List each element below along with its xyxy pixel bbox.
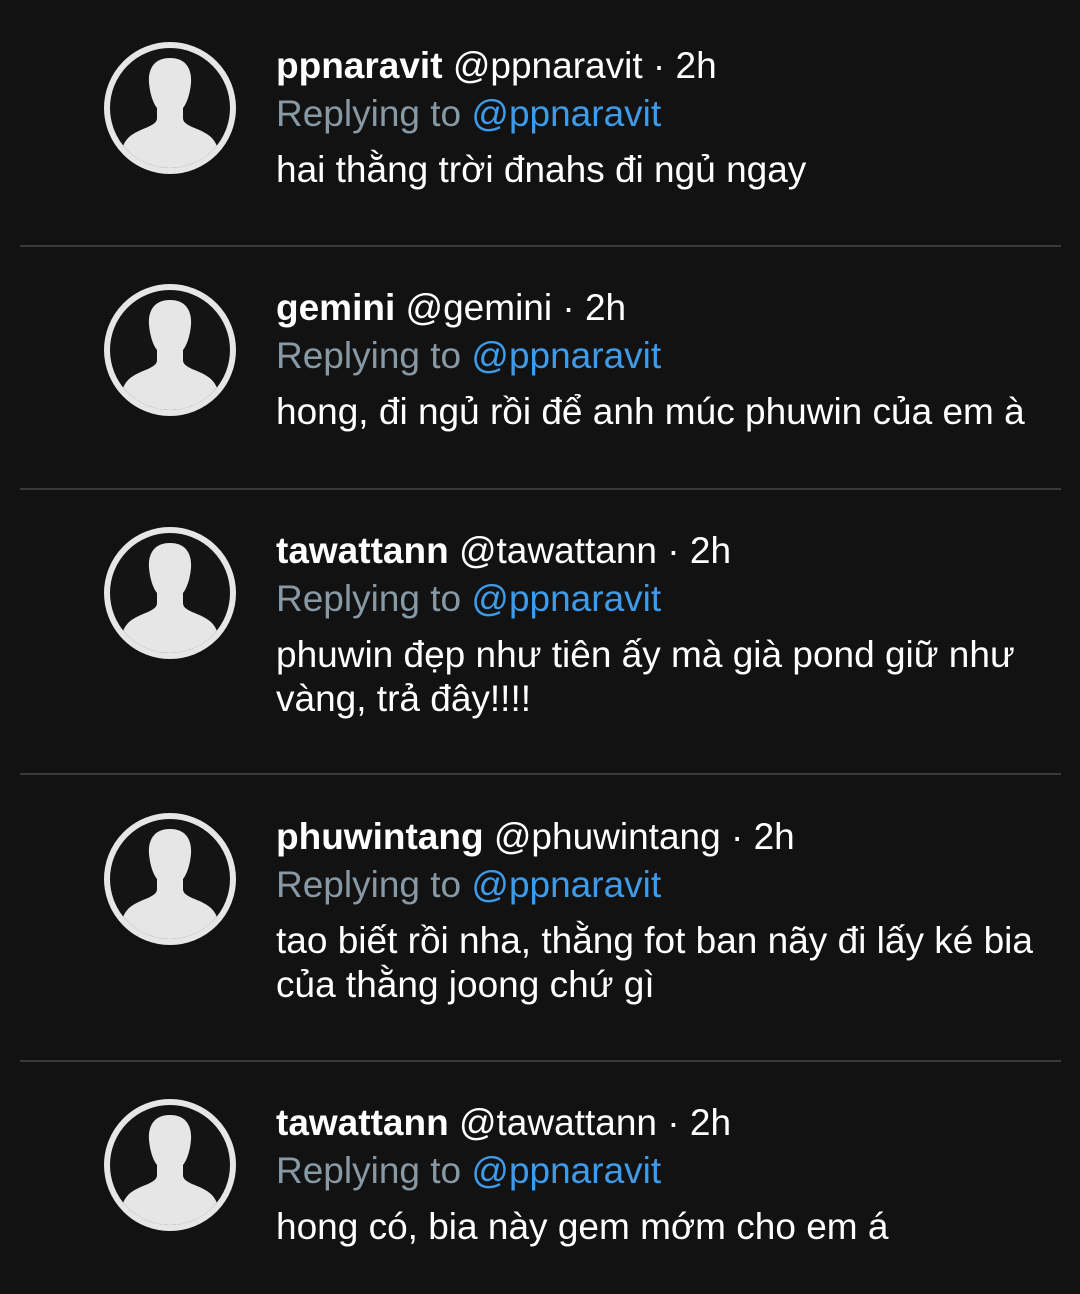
replying-to-label: Replying to (276, 578, 462, 619)
replying-to-mention[interactable]: @ppnaravit (471, 864, 661, 905)
avatar[interactable] (104, 813, 236, 945)
separator-dot: · (667, 1102, 680, 1143)
divider (20, 245, 1061, 247)
replying-to-mention[interactable]: @ppnaravit (471, 93, 661, 134)
replying-to-label: Replying to (276, 1150, 462, 1191)
tweet-text: tao biết rồi nha, thằng fot ban nãy đi l… (276, 920, 1033, 1005)
user-handle[interactable]: @tawattann (459, 1102, 657, 1143)
profile-silhouette-icon (123, 543, 217, 653)
timestamp[interactable]: 2h (585, 287, 626, 328)
replying-to-mention[interactable]: @ppnaravit (471, 578, 661, 619)
profile-silhouette-icon (123, 1115, 217, 1225)
separator-dot: · (562, 287, 575, 328)
avatar[interactable] (104, 1099, 236, 1231)
tweet-text: hai thằng trời đnahs đi ngủ ngay (276, 149, 807, 190)
replying-to-label: Replying to (276, 93, 462, 134)
replying-to-label: Replying to (276, 335, 462, 376)
timestamp[interactable]: 2h (676, 45, 717, 86)
divider (20, 773, 1061, 775)
timestamp[interactable]: 2h (690, 1102, 731, 1143)
separator-dot: · (730, 816, 744, 857)
avatar[interactable] (104, 527, 236, 659)
tweet-text: hong, đi ngủ rồi để anh múc phuwin của e… (276, 391, 1025, 432)
tweet-text: phuwin đẹp như tiên ấy mà già pond giữ n… (276, 634, 1015, 719)
replying-to-label: Replying to (276, 864, 462, 905)
display-name[interactable]: gemini (276, 287, 395, 328)
profile-silhouette-icon (123, 300, 217, 410)
replying-to-mention[interactable]: @ppnaravit (471, 335, 661, 376)
display-name[interactable]: ppnaravit (276, 45, 443, 86)
timestamp[interactable]: 2h (754, 816, 795, 857)
separator-dot: · (667, 530, 680, 571)
user-handle[interactable]: @gemini (406, 287, 553, 328)
reply-feed: ppnaravit @ppnaravit · 2h Replying to @p… (0, 0, 1080, 1294)
avatar[interactable] (104, 284, 236, 416)
display-name[interactable]: tawattann (276, 1102, 449, 1143)
avatar[interactable] (104, 42, 236, 174)
display-name[interactable]: tawattann (276, 530, 449, 571)
replying-to-mention[interactable]: @ppnaravit (471, 1150, 661, 1191)
tweet-text: hong có, bia này gem mớm cho em á (276, 1206, 889, 1247)
divider (20, 488, 1061, 490)
user-handle[interactable]: @phuwintang (494, 816, 721, 857)
divider (20, 1060, 1061, 1062)
display-name[interactable]: phuwintang (276, 816, 484, 857)
user-handle[interactable]: @ppnaravit (453, 45, 643, 86)
profile-silhouette-icon (123, 829, 217, 939)
timestamp[interactable]: 2h (690, 530, 731, 571)
separator-dot: · (652, 45, 666, 86)
profile-silhouette-icon (123, 58, 217, 168)
user-handle[interactable]: @tawattann (459, 530, 657, 571)
